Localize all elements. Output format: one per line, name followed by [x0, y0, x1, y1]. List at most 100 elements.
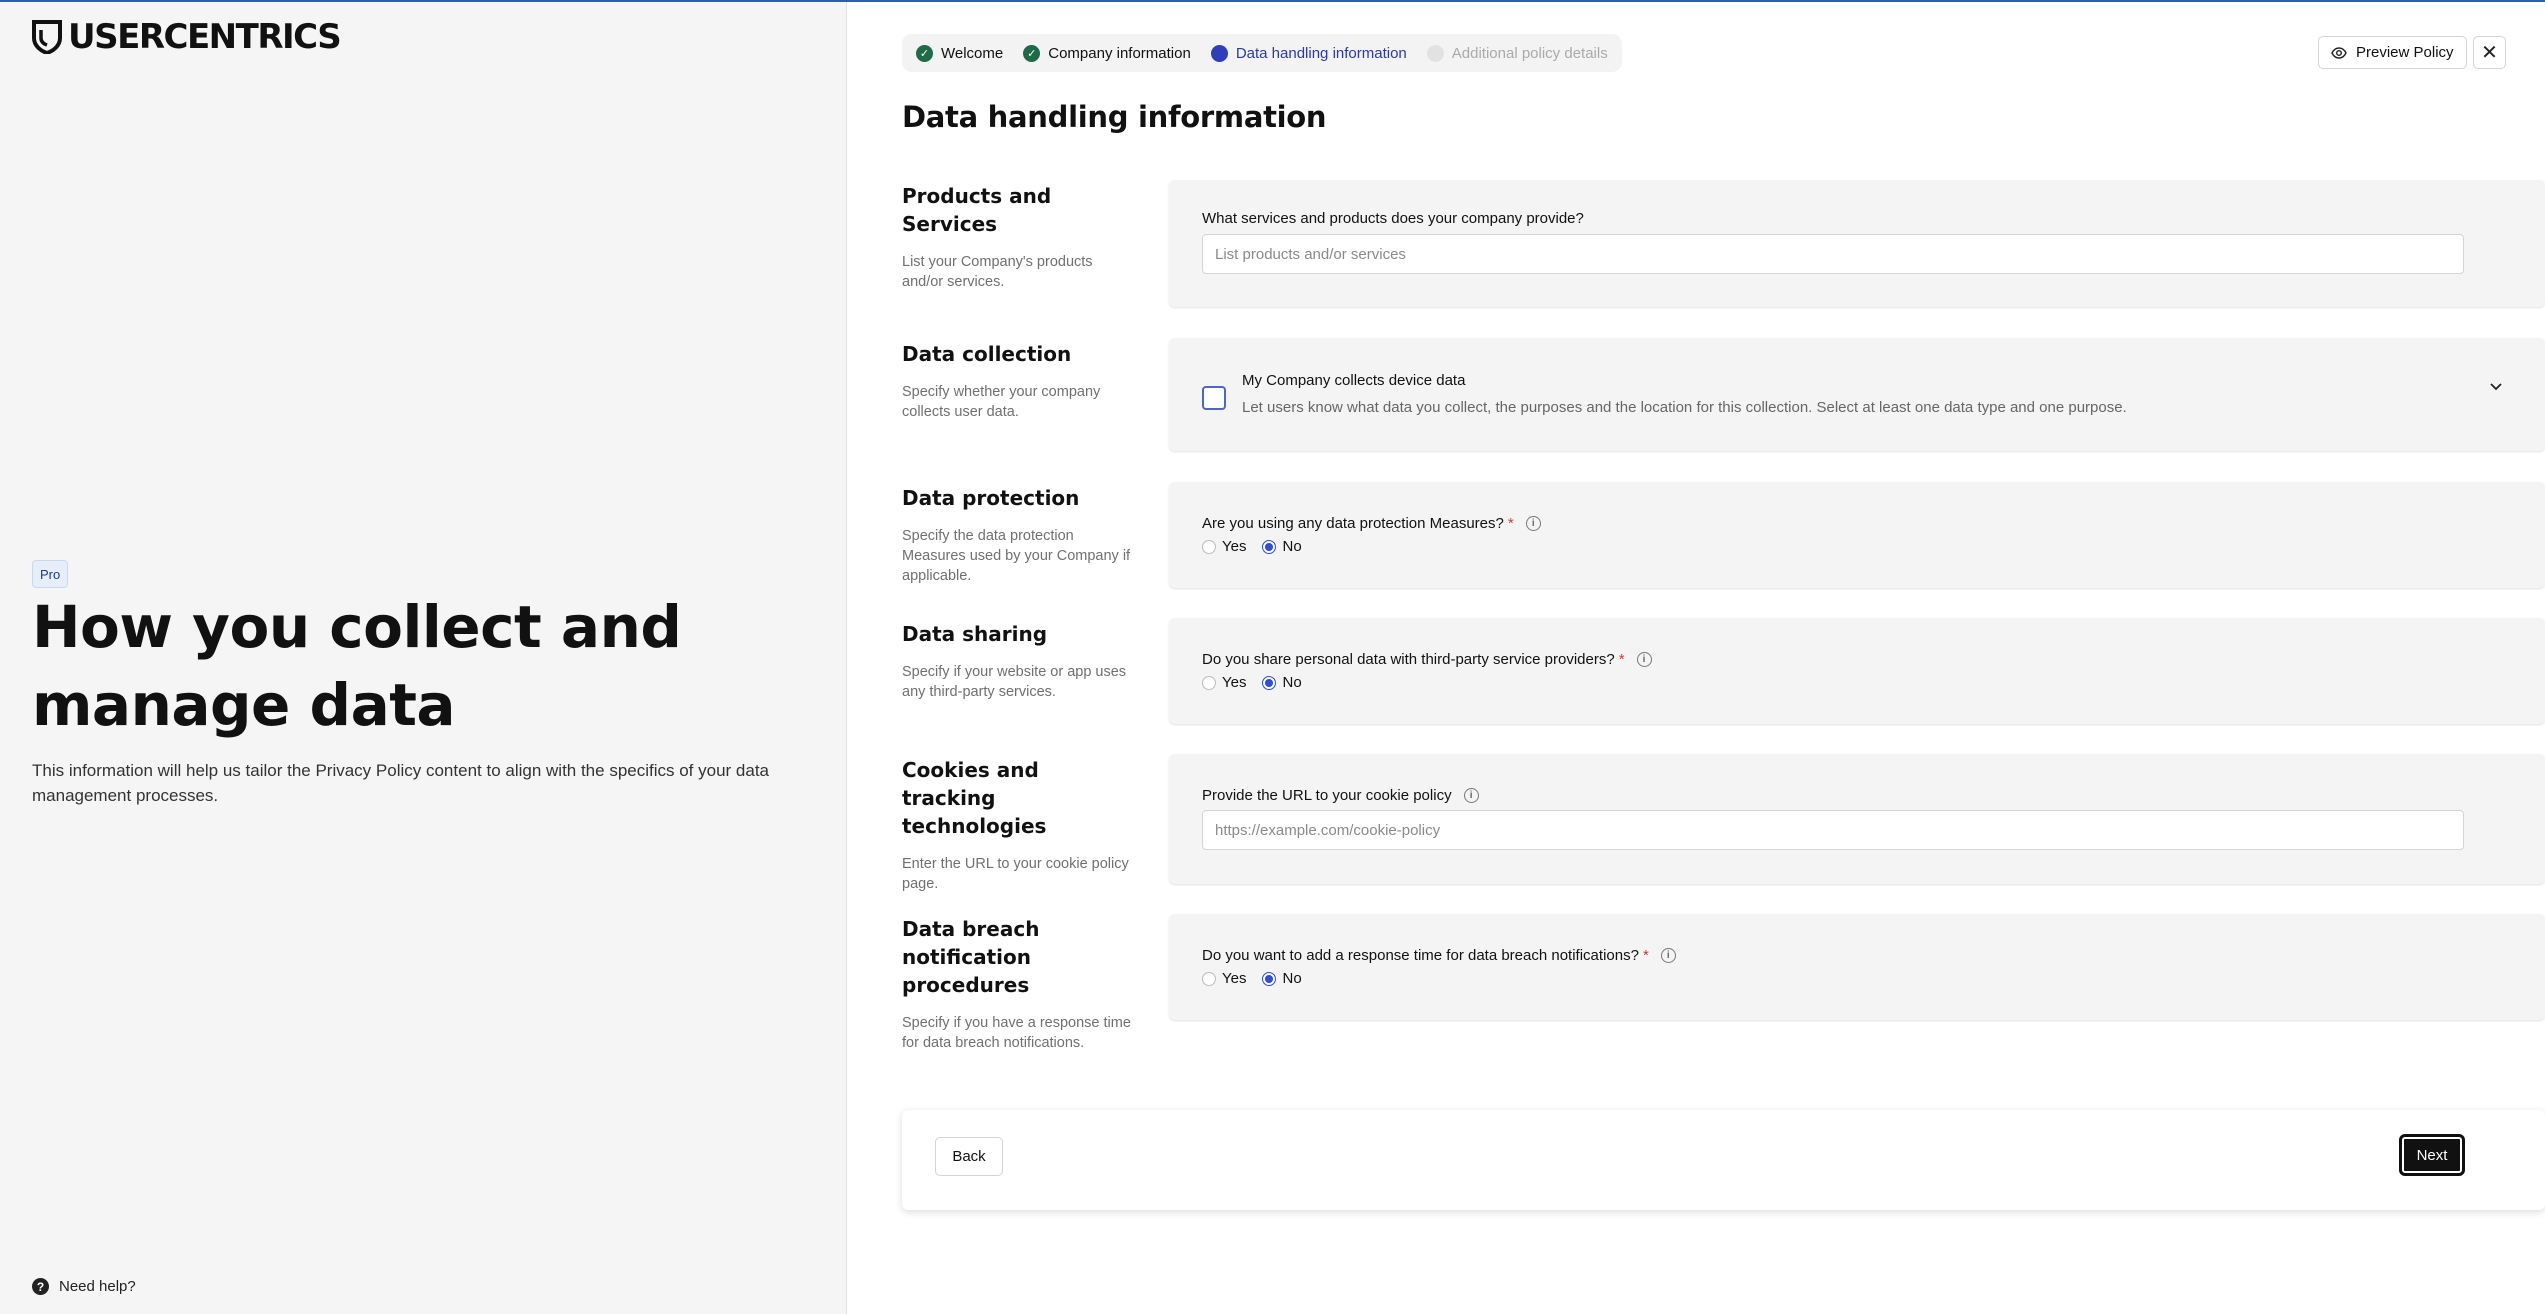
question-text: Do you share personal data with third-pa…: [1202, 651, 1615, 668]
question-text: What services and products does your com…: [1202, 210, 1584, 227]
protection-radio-no[interactable]: No: [1262, 538, 1302, 555]
protection-radio-group: Yes No: [1202, 538, 1302, 555]
required-asterisk: *: [1618, 651, 1625, 668]
info-icon[interactable]: i: [1463, 788, 1479, 803]
radio-label: No: [1282, 674, 1302, 691]
protection-radio-yes[interactable]: Yes: [1202, 538, 1246, 555]
info-icon[interactable]: i: [1525, 516, 1541, 531]
hero-title: How you collect and manage data: [32, 593, 682, 739]
breach-radio-yes[interactable]: Yes: [1202, 970, 1246, 987]
section-title: Data protection: [902, 486, 1080, 510]
products-question: What services and products does your com…: [1202, 210, 1584, 227]
question-text: Do you want to add a response time for d…: [1202, 947, 1639, 964]
step-data-handling-information[interactable]: Data handling information: [1210, 44, 1407, 62]
breach-section-header: Data breach notification procedures Spec…: [902, 915, 1132, 1053]
radio-circle: [1202, 675, 1216, 690]
breach-radio-group: Yes No: [1202, 970, 1302, 987]
step-additional-policy-details: Additional policy details: [1426, 44, 1608, 62]
section-description: Enter the URL to your cookie policy page…: [902, 856, 1129, 892]
section-title: Cookies and tracking technologies: [902, 758, 1047, 838]
section-title: Products and Services: [902, 184, 1052, 236]
radio-label: No: [1282, 538, 1302, 555]
eye-icon: [2331, 46, 2347, 59]
section-description: Specify if you have a response time for …: [902, 1015, 1131, 1051]
step-label: Company information: [1048, 44, 1191, 62]
radio-label: Yes: [1222, 674, 1247, 691]
breach-card: Do you want to add a response time for d…: [1169, 914, 2545, 1020]
question-text: Are you using any data protection Measur…: [1202, 515, 1504, 532]
section-description: List your Company's products and/or serv…: [902, 254, 1093, 290]
logo-text: USERCENTRICS: [68, 17, 342, 57]
radio-label: Yes: [1222, 970, 1247, 987]
cookies-section-header: Cookies and tracking technologies Enter …: [902, 756, 1132, 894]
page-title: Data handling information: [902, 100, 1327, 134]
pro-badge: Pro: [32, 560, 69, 588]
cookies-question: Provide the URL to your cookie policy i: [1202, 787, 1479, 804]
radio-circle: [1262, 971, 1277, 986]
products-card: What services and products does your com…: [1169, 180, 2545, 307]
chevron-down-icon[interactable]: [2489, 382, 2503, 392]
protection-card: Are you using any data protection Measur…: [1169, 482, 2545, 588]
required-asterisk: *: [1642, 947, 1649, 964]
progress-stepper: ✓ Welcome ✓ Company information Data han…: [902, 34, 1622, 72]
device-data-description: Let users know what data you collect, th…: [1242, 399, 2127, 416]
products-section-header: Products and Services List your Company'…: [902, 182, 1132, 292]
section-title: Data sharing: [902, 622, 1048, 646]
close-icon: ✕: [2481, 42, 2498, 64]
question-mark-icon: ?: [32, 1278, 49, 1295]
left-panel: USERCENTRICS Pro How you collect and man…: [0, 2, 847, 1314]
check-icon: ✓: [1023, 44, 1041, 62]
step-label: Additional policy details: [1451, 44, 1608, 62]
shield-logo-icon: [32, 20, 62, 54]
hero-description: This information will help us tailor the…: [32, 761, 770, 805]
step-company-information[interactable]: ✓ Company information: [1023, 44, 1191, 62]
step-label: Welcome: [941, 44, 1004, 62]
cookie-policy-url-input[interactable]: [1202, 810, 2464, 850]
protection-question: Are you using any data protection Measur…: [1202, 515, 1541, 532]
preview-policy-button[interactable]: Preview Policy: [2318, 36, 2467, 69]
section-title: Data breach notification procedures: [902, 917, 1040, 997]
need-help-label: Need help?: [59, 1278, 136, 1295]
need-help-link[interactable]: ? Need help?: [32, 1278, 136, 1295]
form-footer: Back Next: [902, 1110, 2545, 1210]
section-title: Data collection: [902, 342, 1072, 366]
close-button[interactable]: ✕: [2473, 36, 2506, 69]
sharing-radio-no[interactable]: No: [1262, 674, 1302, 691]
sharing-radio-yes[interactable]: Yes: [1202, 674, 1246, 691]
radio-label: No: [1282, 970, 1302, 987]
check-icon: ✓: [916, 44, 933, 62]
step-welcome[interactable]: ✓ Welcome: [916, 44, 1004, 62]
next-button[interactable]: Next: [2399, 1134, 2465, 1176]
device-data-checkbox[interactable]: [1202, 386, 1226, 410]
breach-question: Do you want to add a response time for d…: [1202, 947, 1676, 964]
radio-circle: [1262, 675, 1277, 690]
sharing-question: Do you share personal data with third-pa…: [1202, 651, 1652, 668]
sharing-section-header: Data sharing Specify if your website or …: [902, 620, 1132, 702]
section-description: Specify the data protection Measures use…: [902, 528, 1131, 584]
back-button[interactable]: Back: [935, 1137, 1003, 1176]
info-icon[interactable]: i: [1660, 948, 1676, 963]
radio-circle: [1202, 971, 1216, 986]
radio-circle: [1262, 539, 1277, 554]
current-step-dot-icon: [1210, 44, 1228, 62]
sharing-radio-group: Yes No: [1202, 674, 1302, 691]
required-asterisk: *: [1507, 515, 1514, 532]
section-description: Specify whether your company collects us…: [902, 384, 1101, 420]
section-description: Specify if your website or app uses any …: [902, 664, 1127, 700]
collection-card: My Company collects device data Let user…: [1169, 338, 2545, 451]
info-icon[interactable]: i: [1636, 652, 1652, 667]
device-data-title: My Company collects device data: [1242, 372, 1466, 389]
products-input[interactable]: [1202, 234, 2464, 274]
cookies-card: Provide the URL to your cookie policy i: [1169, 754, 2545, 884]
radio-label: Yes: [1222, 538, 1247, 555]
breach-radio-no[interactable]: No: [1262, 970, 1302, 987]
usercentrics-logo: USERCENTRICS: [32, 17, 342, 57]
sharing-card: Do you share personal data with third-pa…: [1169, 618, 2545, 724]
main-panel: ✓ Welcome ✓ Company information Data han…: [848, 2, 2545, 1314]
preview-policy-label: Preview Policy: [2356, 44, 2454, 61]
protection-section-header: Data protection Specify the data protect…: [902, 484, 1132, 586]
radio-circle: [1202, 539, 1216, 554]
pending-step-dot-icon: [1426, 44, 1444, 62]
question-text: Provide the URL to your cookie policy: [1202, 787, 1452, 804]
collection-section-header: Data collection Specify whether your com…: [902, 340, 1132, 422]
